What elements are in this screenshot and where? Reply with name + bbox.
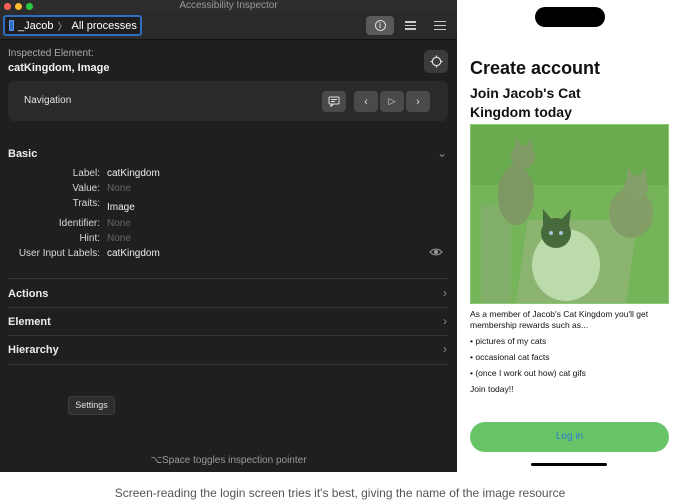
closing-text: Join today!! xyxy=(470,384,514,394)
target-device-label: _Jacob xyxy=(18,19,54,32)
title-bar: Accessibility Inspector xyxy=(0,0,457,12)
toolbar: _Jacob 〉 All processes i xyxy=(0,12,457,40)
window-title: Accessibility Inspector xyxy=(179,0,278,11)
log-in-button[interactable]: Log in xyxy=(470,422,669,452)
home-indicator[interactable] xyxy=(531,463,607,466)
property-value: None xyxy=(107,183,131,194)
property-label: Hint: xyxy=(79,233,100,244)
inspection-pointer-button[interactable] xyxy=(424,50,448,73)
intro-text-line-1: As a member of Jacob's Cat Kingdom you'l… xyxy=(470,309,649,319)
audit-tab[interactable] xyxy=(396,16,424,35)
accessibility-inspector-window: Accessibility Inspector _Jacob 〉 All pro… xyxy=(0,0,457,472)
cat-kingdom-image xyxy=(470,124,669,304)
list-item: • pictures of my cats xyxy=(470,336,547,346)
property-value: catKingdom xyxy=(107,248,160,259)
speech-bubble-icon xyxy=(328,96,340,107)
info-icon: i xyxy=(374,20,386,31)
inspection-pointer-hint: ⌥Space toggles inspection pointer xyxy=(150,455,307,466)
divider xyxy=(8,278,448,279)
process-label: All processes xyxy=(71,19,137,32)
chevron-right-icon[interactable]: › xyxy=(443,314,447,328)
chevron-right-icon: › xyxy=(416,95,420,108)
page-subtitle: Join Jacob's Cat Kingdom today xyxy=(470,85,581,120)
auto-navigate-button[interactable]: ▷ xyxy=(380,91,404,112)
sliders-icon xyxy=(434,21,446,30)
list-icon xyxy=(404,21,416,30)
property-label: Value: xyxy=(72,183,100,194)
divider xyxy=(8,364,448,365)
chevron-right-icon[interactable]: › xyxy=(443,286,447,300)
property-label: User Input Labels: xyxy=(18,248,100,259)
property-value: None xyxy=(107,233,131,244)
settings-tab[interactable] xyxy=(426,16,454,35)
list-item: • occasional cat facts xyxy=(470,352,550,362)
next-element-button[interactable]: › xyxy=(406,91,430,112)
list-item: • (once I work out how) cat gifs xyxy=(470,368,586,378)
eye-icon[interactable] xyxy=(429,247,443,257)
section-actions-header[interactable]: Actions xyxy=(8,288,48,300)
chevron-left-icon: ‹ xyxy=(364,95,368,108)
phone-screen: Create account Join Jacob's Cat Kingdom … xyxy=(457,0,680,472)
inspected-element-value: catKingdom, Image xyxy=(8,62,110,74)
chevron-right-icon[interactable]: › xyxy=(443,342,447,356)
play-icon: ▷ xyxy=(388,96,396,106)
target-picker[interactable]: _Jacob 〉 All processes xyxy=(3,15,142,36)
navigation-label: Navigation xyxy=(24,95,72,106)
property-label: Identifier: xyxy=(58,218,100,229)
dynamic-island xyxy=(535,7,605,27)
inspection-tab[interactable]: i xyxy=(366,16,394,35)
figure-caption: Screen-reading the login screen tries it… xyxy=(114,486,566,500)
section-hierarchy-header[interactable]: Hierarchy xyxy=(8,344,59,356)
navigation-panel: Navigation ‹ ▷ › xyxy=(8,81,448,121)
property-label: Label: xyxy=(72,168,100,179)
speech-button[interactable] xyxy=(322,91,346,112)
settings-tooltip: Settings xyxy=(68,396,115,415)
intro-text-line-2: membership rewards such as... xyxy=(470,320,589,330)
divider xyxy=(8,307,448,308)
property-value: catKingdom xyxy=(107,168,160,179)
chevron-down-icon[interactable]: ⌄ xyxy=(437,146,447,160)
inspected-element-heading: Inspected Element: xyxy=(8,48,94,59)
section-basic-header[interactable]: Basic xyxy=(8,148,37,160)
property-value: None xyxy=(107,218,131,229)
crosshair-icon xyxy=(430,55,442,68)
inspector-mode-segment: i xyxy=(366,16,454,35)
breadcrumb-separator: 〉 xyxy=(57,22,68,33)
divider xyxy=(8,335,448,336)
page-title: Create account xyxy=(470,58,601,78)
property-label: Traits: xyxy=(72,198,100,209)
device-icon xyxy=(9,20,14,31)
property-value: Image xyxy=(107,202,135,213)
section-element-header[interactable]: Element xyxy=(8,316,51,328)
previous-element-button[interactable]: ‹ xyxy=(354,91,378,112)
cat-photo-illustration xyxy=(471,125,668,303)
